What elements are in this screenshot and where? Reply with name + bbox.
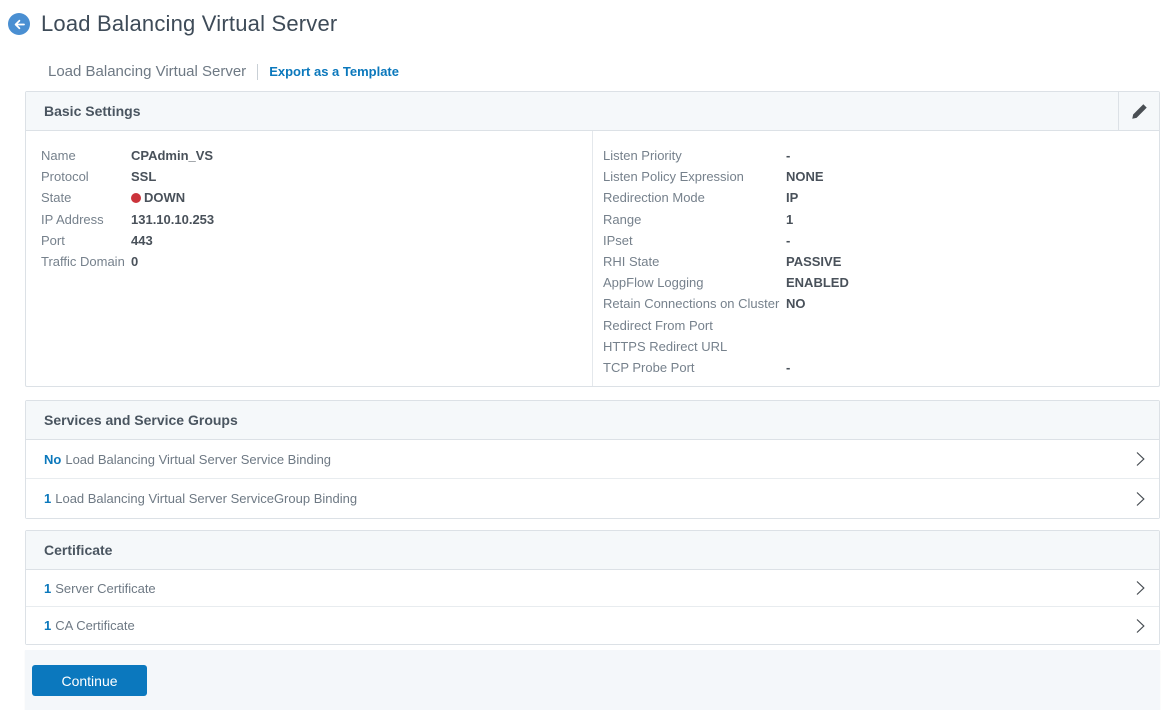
field-port: Port 443 [41, 230, 592, 251]
chevron-right-icon [1136, 491, 1145, 507]
basic-settings-right-column: Listen Priority - Listen Policy Expressi… [593, 131, 1159, 386]
server-certificate-row[interactable]: 1 Server Certificate [26, 570, 1159, 607]
server-certificate-label: Server Certificate [55, 581, 155, 596]
chevron-right-icon [1136, 451, 1145, 467]
field-appflow-logging: AppFlow Logging ENABLED [603, 272, 1159, 293]
services-panel: Services and Service Groups No Load Balan… [25, 400, 1160, 519]
field-listen-policy-expression: Listen Policy Expression NONE [603, 166, 1159, 187]
field-protocol: Protocol SSL [41, 166, 592, 187]
field-listen-priority: Listen Priority - [603, 145, 1159, 166]
page-header: Load Balancing Virtual Server [0, 0, 1170, 37]
edit-basic-settings-button[interactable] [1118, 92, 1159, 131]
chevron-right-icon [1136, 618, 1145, 634]
basic-settings-header: Basic Settings [26, 92, 1159, 131]
server-certificate-count: 1 [44, 581, 51, 596]
chevron-right-icon [1136, 580, 1145, 596]
field-retain-connections-on-cluster: Retain Connections on Cluster NO [603, 293, 1159, 314]
field-ipset: IPset - [603, 230, 1159, 251]
services-panel-header: Services and Service Groups [26, 401, 1159, 440]
certificate-panel-title: Certificate [44, 542, 112, 558]
ca-certificate-count: 1 [44, 618, 51, 633]
back-button[interactable] [8, 13, 30, 35]
continue-button[interactable]: Continue [32, 665, 147, 696]
field-redirect-from-port: Redirect From Port [603, 315, 1159, 336]
service-binding-count: No [44, 452, 61, 467]
footer-action-bar: Continue [25, 650, 1160, 710]
field-state: State DOWN [41, 187, 592, 208]
basic-settings-panel: Basic Settings Name CPAdmin_VS Protocol … [25, 91, 1160, 387]
service-binding-row[interactable]: No Load Balancing Virtual Server Service … [26, 440, 1159, 479]
field-redirection-mode: Redirection Mode IP [603, 187, 1159, 208]
certificate-panel: Certificate 1 Server Certificate 1 CA Cert… [25, 530, 1160, 645]
field-https-redirect-url: HTTPS Redirect URL [603, 336, 1159, 357]
export-as-template-link[interactable]: Export as a Template [269, 64, 399, 79]
servicegroup-binding-label: Load Balancing Virtual Server ServiceGro… [55, 491, 357, 506]
basic-settings-left-column: Name CPAdmin_VS Protocol SSL State DOWN … [26, 131, 593, 386]
service-binding-label: Load Balancing Virtual Server Service Bi… [65, 452, 331, 467]
field-traffic-domain: Traffic Domain 0 [41, 251, 592, 272]
pencil-icon [1131, 103, 1148, 120]
certificate-panel-header: Certificate [26, 531, 1159, 570]
field-name: Name CPAdmin_VS [41, 145, 592, 166]
field-range: Range 1 [603, 209, 1159, 230]
services-panel-title: Services and Service Groups [44, 412, 238, 428]
ca-certificate-label: CA Certificate [55, 618, 134, 633]
sub-title: Load Balancing Virtual Server [48, 63, 246, 80]
servicegroup-binding-count: 1 [44, 491, 51, 506]
basic-settings-title: Basic Settings [44, 103, 140, 119]
state-down-indicator-icon [131, 193, 141, 203]
ca-certificate-row[interactable]: 1 CA Certificate [26, 607, 1159, 644]
back-arrow-icon [13, 18, 26, 31]
sub-header-divider [257, 64, 258, 80]
page-title: Load Balancing Virtual Server [41, 11, 337, 37]
field-tcp-probe-port: TCP Probe Port - [603, 357, 1159, 378]
sub-header: Load Balancing Virtual Server Export as … [48, 63, 1170, 80]
field-ip-address: IP Address 131.10.10.253 [41, 209, 592, 230]
field-rhi-state: RHI State PASSIVE [603, 251, 1159, 272]
basic-settings-content: Name CPAdmin_VS Protocol SSL State DOWN … [26, 131, 1159, 386]
servicegroup-binding-row[interactable]: 1 Load Balancing Virtual Server ServiceGr… [26, 479, 1159, 518]
state-value: DOWN [144, 190, 185, 205]
